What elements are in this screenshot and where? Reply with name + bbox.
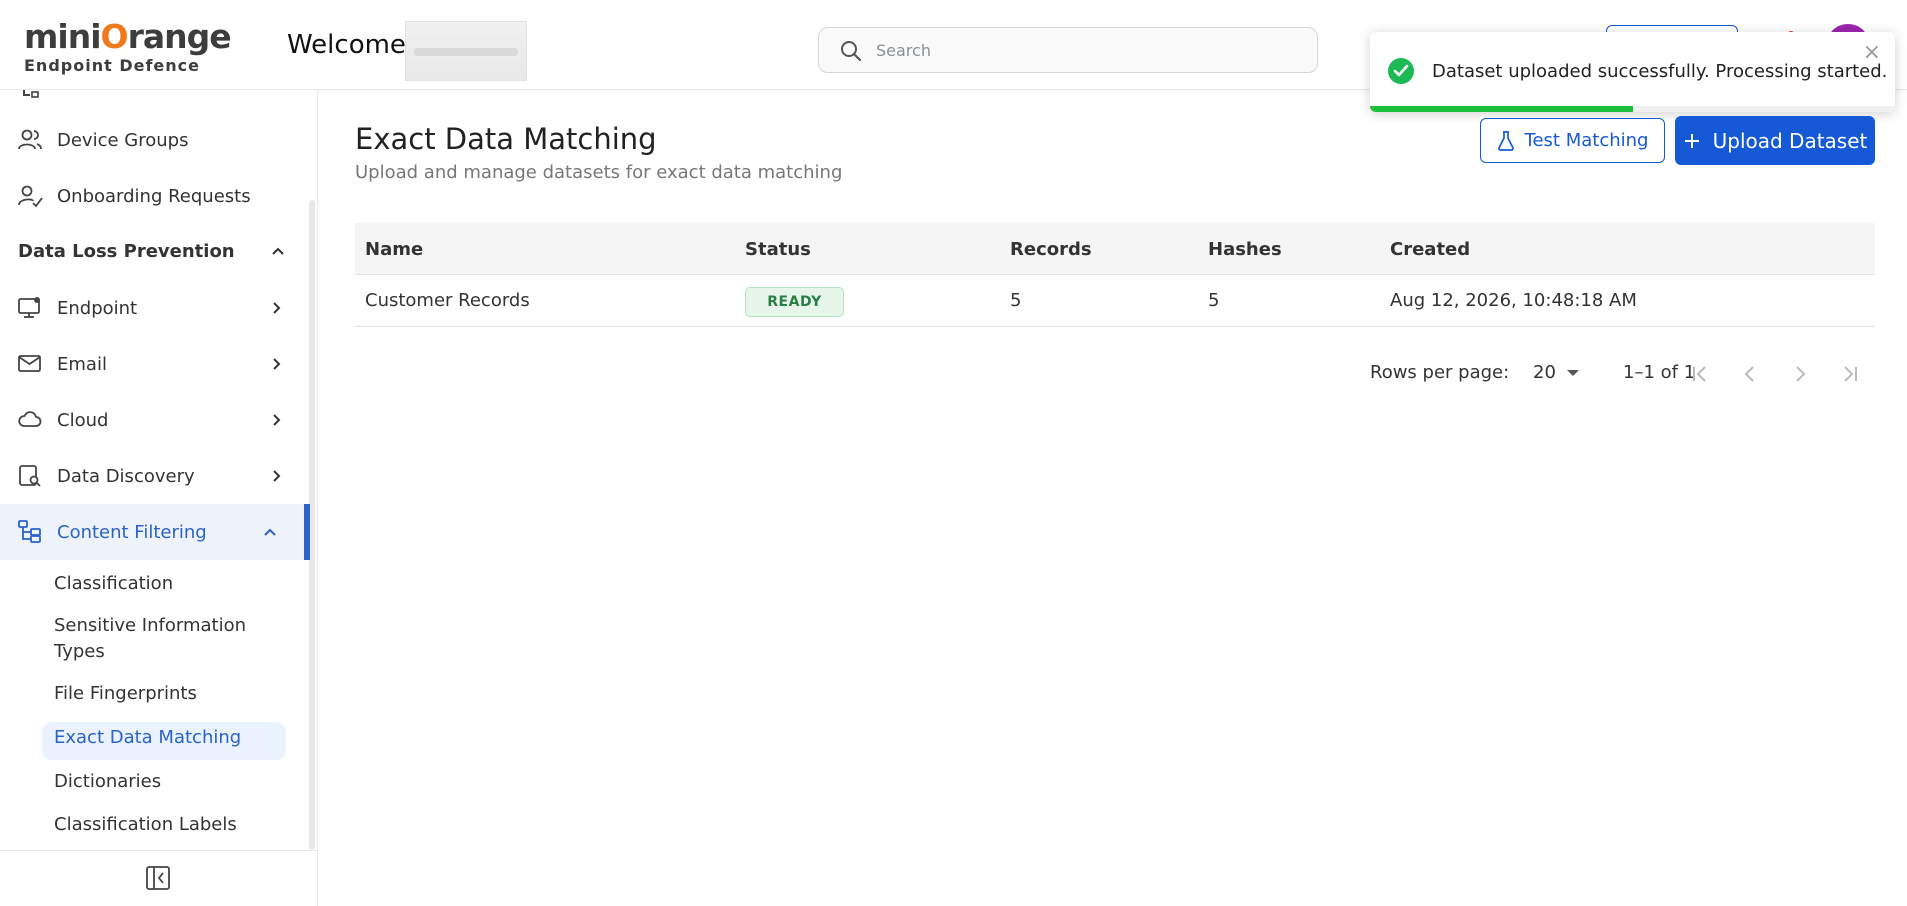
cell-created: Aug 12, 2026, 10:48:18 AM: [1390, 290, 1637, 311]
logo[interactable]: miniOrange Endpoint Defence: [24, 17, 232, 78]
last-page-icon[interactable]: [1838, 362, 1862, 386]
table-header: Name Status Records Hashes Created: [355, 223, 1875, 275]
sidebar: Device Groups Onboarding Requests Data L…: [0, 90, 318, 906]
chevron-right-icon: [273, 470, 281, 482]
search-input[interactable]: Search: [818, 27, 1318, 73]
plus-icon: [1684, 133, 1699, 148]
sidebar-item-label: Device Groups: [57, 129, 189, 151]
sidebar-subitem-sensitive-information-types[interactable]: Sensitive Information Types: [54, 613, 246, 665]
sidebar-subitem-label-line1: Sensitive Information: [54, 615, 246, 636]
page-title: Exact Data Matching: [355, 122, 657, 156]
test-matching-label: Test Matching: [1524, 130, 1649, 151]
dropdown-caret-icon[interactable]: [1567, 370, 1579, 376]
sidebar-subitem-exact-data-matching[interactable]: Exact Data Matching: [54, 725, 241, 751]
main-content: Exact Data Matching Upload and manage da…: [319, 90, 1907, 906]
logo-wordmark: miniOrange: [24, 17, 232, 56]
partial-nav-icon: [23, 90, 39, 98]
sidebar-item-label: Onboarding Requests: [57, 185, 251, 207]
previous-page-icon[interactable]: [1738, 362, 1762, 386]
column-header-name[interactable]: Name: [365, 239, 423, 260]
sidebar-item-label: Data Discovery: [57, 465, 195, 487]
sidebar-item-label: Cloud: [57, 409, 109, 431]
column-header-records[interactable]: Records: [1010, 239, 1092, 260]
upload-dataset-label: Upload Dataset: [1712, 128, 1868, 153]
pagination: Rows per page: 20 1–1 of 1: [355, 352, 1875, 392]
close-icon[interactable]: ×: [1863, 42, 1881, 64]
welcome-text: Welcome,: [287, 30, 415, 60]
active-indicator: [304, 504, 310, 560]
user-check-icon: [18, 185, 43, 208]
sidebar-subitem-dictionaries[interactable]: Dictionaries: [54, 769, 161, 795]
sidebar-subitem-classification[interactable]: Classification: [54, 571, 173, 597]
first-page-icon[interactable]: [1688, 362, 1712, 386]
column-header-status[interactable]: Status: [745, 239, 811, 260]
rows-per-page-select[interactable]: 20: [1533, 362, 1556, 383]
upload-dataset-button[interactable]: Upload Dataset: [1675, 116, 1875, 165]
datasets-table: Name Status Records Hashes Created Custo…: [355, 223, 1875, 327]
status-badge: READY: [745, 287, 844, 317]
sidebar-subitem-classification-labels[interactable]: Classification Labels: [54, 812, 237, 838]
pagination-range: 1–1 of 1: [1623, 362, 1696, 383]
mail-icon: [18, 355, 41, 372]
sidebar-footer: [0, 850, 318, 906]
sidebar-item-content-filtering[interactable]: Content Filtering: [0, 504, 310, 560]
check-circle-icon: [1388, 58, 1414, 84]
logo-tagline: Endpoint Defence: [24, 56, 200, 75]
cell-name: Customer Records: [365, 290, 530, 311]
search-placeholder: Search: [876, 41, 931, 60]
sidebar-item-label: Content Filtering: [57, 521, 207, 543]
table-row[interactable]: Customer Records READY 5 5 Aug 12, 2026,…: [355, 275, 1875, 327]
sidebar-item-onboarding-requests[interactable]: Onboarding Requests: [0, 168, 310, 224]
sidebar-item-endpoint[interactable]: Endpoint: [0, 280, 310, 336]
redacted-username: [405, 21, 527, 81]
sidebar-item-label: Endpoint: [57, 297, 138, 319]
flask-icon: [1497, 130, 1514, 151]
next-page-icon[interactable]: [1788, 362, 1812, 386]
sidebar-item-email[interactable]: Email: [0, 336, 310, 392]
chevron-right-icon: [273, 302, 281, 314]
cell-hashes: 5: [1208, 290, 1220, 311]
column-header-created[interactable]: Created: [1390, 239, 1470, 260]
rows-per-page-label: Rows per page:: [1370, 362, 1510, 383]
toast-message: Dataset uploaded successfully. Processin…: [1432, 61, 1888, 82]
users-icon: [18, 129, 42, 150]
page-subtitle: Upload and manage datasets for exact dat…: [355, 162, 843, 183]
column-header-hashes[interactable]: Hashes: [1208, 239, 1282, 260]
test-matching-button[interactable]: Test Matching: [1480, 118, 1665, 163]
sidebar-subitem-file-fingerprints[interactable]: File Fingerprints: [54, 681, 197, 707]
sidebar-item-device-groups[interactable]: Device Groups: [0, 112, 310, 168]
sidebar-section-dlp[interactable]: Data Loss Prevention: [18, 241, 235, 262]
chevron-up-icon: [264, 528, 276, 536]
chevron-right-icon: [273, 358, 281, 370]
monitor-icon: [18, 297, 40, 318]
sidebar-item-label: Email: [57, 353, 107, 375]
sidebar-subitem-label-line2: Types: [54, 641, 105, 662]
chevron-up-icon[interactable]: [270, 243, 286, 259]
chevron-right-icon: [273, 414, 281, 426]
sidebar-item-cloud[interactable]: Cloud: [0, 392, 310, 448]
cell-records: 5: [1010, 290, 1022, 311]
device-search-icon: [19, 465, 41, 487]
collapse-sidebar-icon[interactable]: [145, 865, 171, 891]
hierarchy-icon: [18, 520, 41, 543]
sidebar-item-data-discovery[interactable]: Data Discovery: [0, 448, 310, 504]
search-icon: [841, 41, 862, 62]
cloud-icon: [18, 411, 42, 427]
